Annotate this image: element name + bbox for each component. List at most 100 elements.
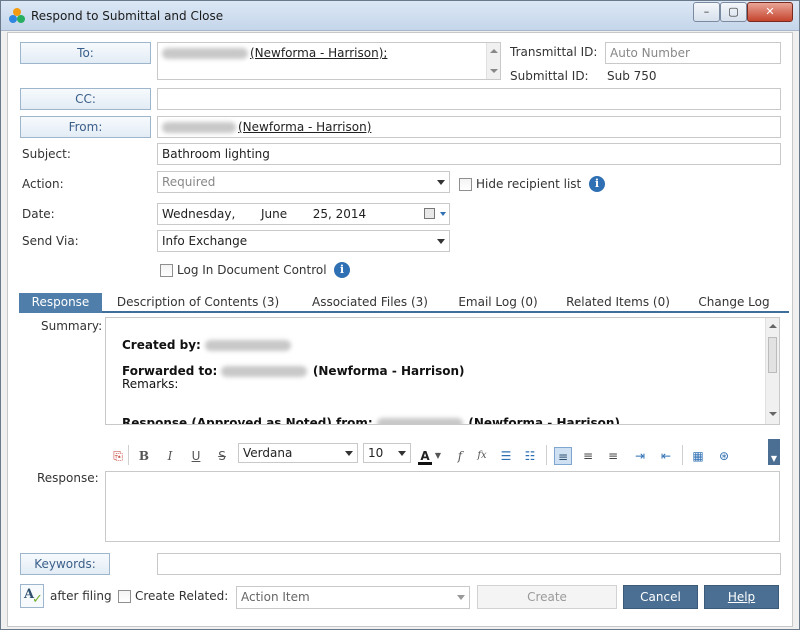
to-scrollbar[interactable] [486,43,500,79]
tab-change-log[interactable]: Change Log [694,293,774,313]
underline-button[interactable]: U [188,447,204,465]
transmittal-id-field[interactable]: Auto Number [605,42,781,64]
log-in-doc-checkbox[interactable] [160,264,173,277]
action-placeholder: Required [162,175,216,189]
font-size-value: 10 [368,446,384,460]
paste-icon[interactable]: ⎘ [110,447,126,465]
create-button[interactable]: Create [477,585,617,609]
summary-remarks: Remarks: [122,377,179,391]
hide-recipient-label: Hide recipient list [476,177,582,191]
date-label: Date: [22,207,55,221]
transmittal-id-label: Transmittal ID: [510,45,598,59]
table-icon[interactable]: ▦ [690,447,706,465]
action-dropdown[interactable]: Required [157,171,450,193]
tab-bar: Response Description of Contents (3) Ass… [19,293,789,313]
spell-check-icon[interactable]: A ✓ [20,584,44,608]
summary-label: Summary: [41,319,103,333]
subject-field[interactable]: Bathroom lighting [157,143,781,165]
minimize-button[interactable]: – [693,2,720,22]
chevron-down-icon [345,451,353,456]
help-button[interactable]: Help [704,585,779,609]
font-color-dropdown-icon[interactable]: ▼ [434,447,442,465]
chevron-down-icon [437,180,445,185]
tab-description-of-contents[interactable]: Description of Contents (3) [115,293,281,313]
maximize-button[interactable]: ▢ [720,2,747,22]
tab-associated-files[interactable]: Associated Files (3) [309,293,431,313]
send-via-dropdown[interactable]: Info Exchange [157,230,450,252]
bullet-list-icon[interactable]: ☰ [498,447,514,465]
chevron-down-icon [457,595,465,600]
font-color-button[interactable]: A [418,447,432,465]
submittal-id-label: Submittal ID: [510,69,589,83]
align-left-icon[interactable]: ≡ [554,447,572,465]
font-select[interactable]: Verdana [238,443,358,463]
info-icon[interactable]: i [589,176,605,192]
after-filing-label: after filing [50,589,112,603]
create-related-dropdown[interactable]: Action Item [236,586,470,609]
bold-button[interactable]: B [136,447,152,465]
summary-scrollbar[interactable] [765,318,779,424]
font-select-value: Verdana [243,446,293,460]
close-button[interactable]: ✕ [747,2,793,22]
response-textarea[interactable] [105,471,780,542]
from-sender-org: (Newforma - Harrison) [238,120,372,134]
info-icon[interactable]: i [334,262,350,278]
summary-forwarded-org: (Newforma - Harrison) [312,364,465,378]
summary-response-org: (Newforma - Harrison) [468,416,620,425]
app-icon [9,8,25,24]
date-picker[interactable]: Wednesday, June 25, 2014 [157,203,450,225]
italic-button[interactable]: I [162,447,178,465]
indent-icon[interactable]: ⇥ [632,447,648,465]
align-center-icon[interactable]: ≡ [580,447,596,465]
font-size-select[interactable]: 10 [363,443,411,463]
cc-button[interactable]: CC: [20,88,151,110]
hide-recipient-checkbox[interactable] [459,178,472,191]
to-recipient-name [162,48,248,59]
align-right-icon[interactable]: ≡ [605,447,621,465]
create-related-checkbox[interactable] [118,590,131,603]
tab-email-log[interactable]: Email Log (0) [453,293,543,313]
toolbar-overflow-button[interactable]: ▼ [768,439,780,465]
transmittal-id-placeholder: Auto Number [610,46,690,60]
link-icon[interactable]: ⊛ [716,447,732,465]
cancel-button[interactable]: Cancel [623,585,698,609]
summary-response-line: Response (Approved as Noted) from: [122,416,373,425]
keywords-button[interactable]: Keywords: [20,553,110,575]
keywords-field[interactable] [157,553,781,575]
submittal-id-value: Sub 750 [607,69,657,83]
function-button[interactable]: f [453,447,467,465]
create-related-label: Create Related: [135,589,229,603]
summary-created-by: Created by: [122,338,201,352]
from-button[interactable]: From: [20,116,151,138]
form-content: To: (Newforma - Harrison); Transmittal I… [7,32,793,627]
from-sender-name [162,122,236,133]
summary-created-name [204,340,291,351]
create-related-value: Action Item [241,590,310,604]
summary-response-name [376,418,463,424]
send-via-label: Send Via: [22,234,79,248]
response-label: Response: [37,471,99,485]
date-day-year: 25, 2014 [312,207,367,221]
numbered-list-icon[interactable]: ☷ [522,447,538,465]
send-via-value: Info Exchange [162,234,248,248]
outdent-icon[interactable]: ⇤ [658,447,674,465]
window-title: Respond to Submittal and Close [31,9,224,23]
to-recipient-org: (Newforma - Harrison); [250,46,388,60]
to-field[interactable]: (Newforma - Harrison); [157,42,501,80]
from-field[interactable]: (Newforma - Harrison) [157,116,781,138]
to-button[interactable]: To: [20,42,151,64]
title-bar: Respond to Submittal and Close – ▢ ✕ [1,1,799,31]
tab-related-items[interactable]: Related Items (0) [564,293,672,313]
log-in-doc-label: Log In Document Control [177,263,327,277]
cc-field[interactable] [157,88,781,110]
tab-response[interactable]: Response [19,293,102,313]
summary-box[interactable]: Created by: Forwarded to: (Newforma - Ha… [105,317,780,425]
date-weekday: Wednesday, [162,207,236,221]
strikethrough-button[interactable]: S [214,447,230,465]
subject-label: Subject: [22,147,71,161]
calendar-icon[interactable] [424,208,435,219]
action-label: Action: [22,177,64,191]
chevron-down-icon [398,451,406,456]
fx-button[interactable]: fx [474,447,490,465]
chevron-down-icon [437,239,445,244]
